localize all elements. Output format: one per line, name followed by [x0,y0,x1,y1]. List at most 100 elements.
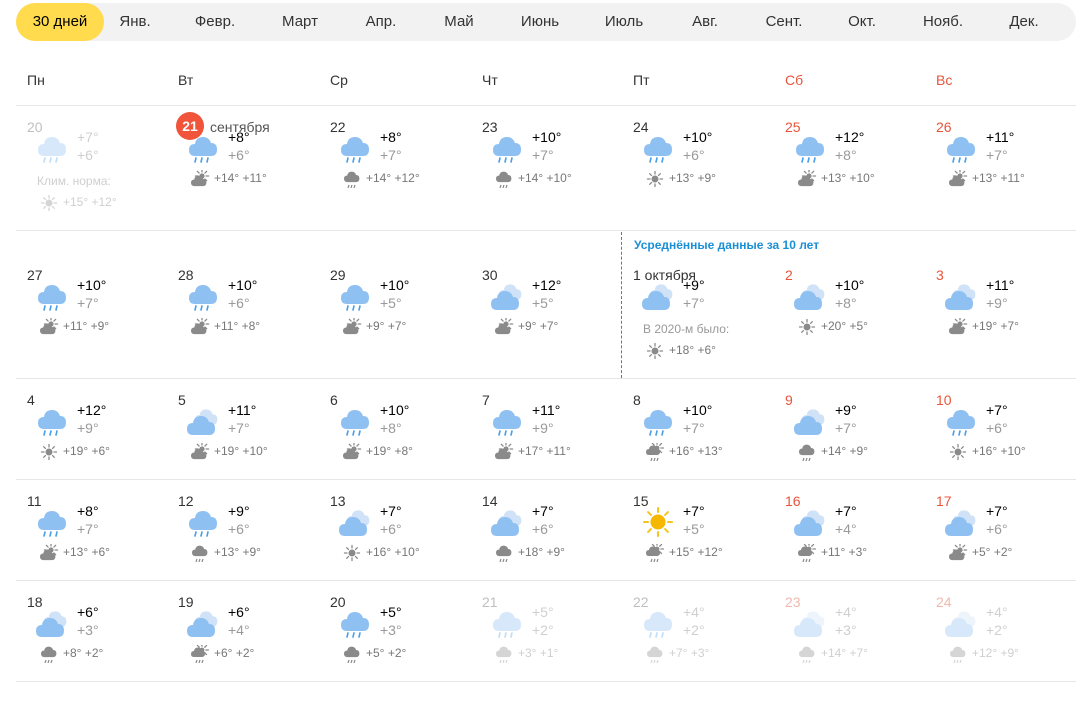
cloud-rain-icon [794,132,826,164]
day-cell[interactable]: 22 +8° +7° +14° +12° [330,119,475,229]
history-sun-icon [645,342,665,360]
history-temperature: +14° +7° [821,646,868,660]
cloud-rain-icon [491,607,523,639]
night-temperature: +7° [77,295,99,311]
day-number: 4 [27,392,35,408]
cloud-icon [642,280,674,312]
history-temperature: +11° +9° [63,319,110,333]
tab-month-12[interactable]: Дек. [1005,3,1042,41]
day-cell[interactable]: 4 +12° +9° +19° +6° [27,392,172,502]
cloud-rain-icon [187,132,219,164]
row-divider [16,230,1076,231]
day-cell[interactable]: 17 +7° +6° +5° +2° [936,493,1081,603]
night-temperature: +8° [835,147,857,163]
tab-month-6[interactable]: Июнь [517,3,563,41]
day-cell[interactable]: 23 +10° +7° +14° +10° [482,119,627,229]
sun-icon [642,506,674,538]
night-temperature: +2° [683,622,705,638]
night-temperature: +9° [532,420,554,436]
day-temperature: +4° [683,604,705,620]
day-temperature: +7° [835,503,857,519]
history-drizzle-icon [797,443,817,462]
day-cell[interactable]: 19 +6° +4° +6° +2° [178,594,323,704]
history-drizzle-icon [342,170,362,189]
day-cell[interactable]: 23 +4° +3° +14° +7° [785,594,930,704]
tab-month-7[interactable]: Июль [601,3,647,41]
day-temperature: +11° [532,402,561,418]
cloud-rain-icon [339,607,371,639]
tab-month-10[interactable]: Окт. [844,3,880,41]
history-temperature: +20° +5° [821,319,868,333]
weekday-2: Вт [178,72,194,88]
history-temperature: +13° +10° [821,171,875,185]
day-temperature: +10° [228,277,258,293]
day-cell[interactable]: 28 +10° +6° +11° +8° [178,267,323,377]
night-temperature: +7° [835,420,857,436]
day-cell[interactable]: 5 +11° +7° +19° +10° [178,392,323,502]
day-cell[interactable]: 15 +7° +5° +15° +12° [633,493,778,603]
cloud-rain-icon [187,506,219,538]
history-temperature: +14° +11° [214,171,267,185]
day-cell[interactable]: 24 +4° +2° +12° +9° [936,594,1081,704]
day-temperature: +10° [532,129,562,145]
day-cell[interactable]: 16 +7° +4° +11° +3° [785,493,930,603]
day-cell[interactable]: 2 +10° +8° +20° +5° [785,267,930,377]
history-temperature: +9° +7° [518,319,559,333]
day-cell[interactable]: 18 +6° +3° +8° +2° [27,594,172,704]
history-partly-cloudy-icon [948,168,968,188]
day-cell[interactable]: 21 +5° +2° +3° +1° [482,594,627,704]
night-temperature: +4° [228,622,250,638]
day-cell[interactable]: 26 +11° +7° +13° +11° [936,119,1081,229]
day-cell[interactable]: 11 +8° +7° +13° +6° [27,493,172,603]
cloud-rain-icon [36,280,68,312]
day-cell[interactable]: 7 +11° +9° +17° +11° [482,392,627,502]
cloud-icon [945,280,977,312]
tab-month-3[interactable]: Март [278,3,322,41]
day-temperature: +5° [532,604,554,620]
day-cell[interactable]: 27 +10° +7° +11° +9° [27,267,172,377]
history-temperature: +18° +9° [518,545,565,559]
tab-month-4[interactable]: Апр. [362,3,401,41]
cloud-rain-icon [36,506,68,538]
day-cell[interactable]: 29 +10° +5° +9° +7° [330,267,475,377]
day-cell[interactable]: 6 +10° +8° +19° +8° [330,392,475,502]
day-cell[interactable]: 25 +12° +8° +13° +10° [785,119,930,229]
day-cell[interactable]: 13 +7° +6° +16° +10° [330,493,475,603]
day-cell[interactable]: 24 +10° +6° +13° +9° [633,119,778,229]
history-partly-cloudy-icon [39,316,59,336]
day-cell[interactable]: 30 +12° +5° +9° +7° [482,267,627,377]
day-cell[interactable]: 10 +7° +6° +16° +10° [936,392,1081,502]
tab-month-9[interactable]: Сент. [762,3,807,41]
tab-month-1[interactable]: Янв. [115,3,154,41]
history-temperature: +19° +8° [366,444,413,458]
day-cell[interactable]: 20 +7° +6° Клим. норма: +15° +12° [27,119,172,229]
day-temperature: +10° [380,402,410,418]
tab-month-5[interactable]: Май [440,3,477,41]
cloud-rain-icon [36,132,68,164]
day-temperature: +12° [532,277,562,293]
history-temperature: +5° +2° [366,646,407,660]
day-cell[interactable]: 8 +10° +7° +16° +13° [633,392,778,502]
cloud-icon [187,607,219,639]
night-temperature: +6° [380,521,402,537]
day-cell[interactable]: 12 +9° +6° +13° +9° [178,493,323,603]
history-sun-rain-icon [645,440,665,462]
day-cell[interactable]: 21 сентября +8° +6° +14° +11° [176,112,323,229]
day-number: 8 [633,392,641,408]
day-cell[interactable]: 20 +5° +3° +5° +2° [330,594,475,704]
day-cell[interactable]: 22 +4° +2° +7° +3° [633,594,778,704]
history-temperature: +13° +9° [669,171,716,185]
tab-30-days[interactable]: 30 дней [16,3,104,41]
day-cell[interactable]: 9 +9° +7° +14° +9° [785,392,930,502]
tab-month-8[interactable]: Авг. [688,3,722,41]
day-cell[interactable]: 14 +7° +6° +18° +9° [482,493,627,603]
cloud-icon [187,405,219,437]
history-partly-cloudy-icon [494,316,514,336]
tab-month-11[interactable]: Нояб. [919,3,967,41]
weekday-7: Вс [936,72,953,88]
night-temperature: +6° [683,147,705,163]
day-cell[interactable]: 3 +11° +9° +19° +7° [936,267,1081,377]
tab-month-2[interactable]: Февр. [191,3,239,41]
night-temperature: +6° [228,521,250,537]
day-cell[interactable]: 1 октября +9° +7° В 2020-м было: +18° +6° [633,267,778,377]
